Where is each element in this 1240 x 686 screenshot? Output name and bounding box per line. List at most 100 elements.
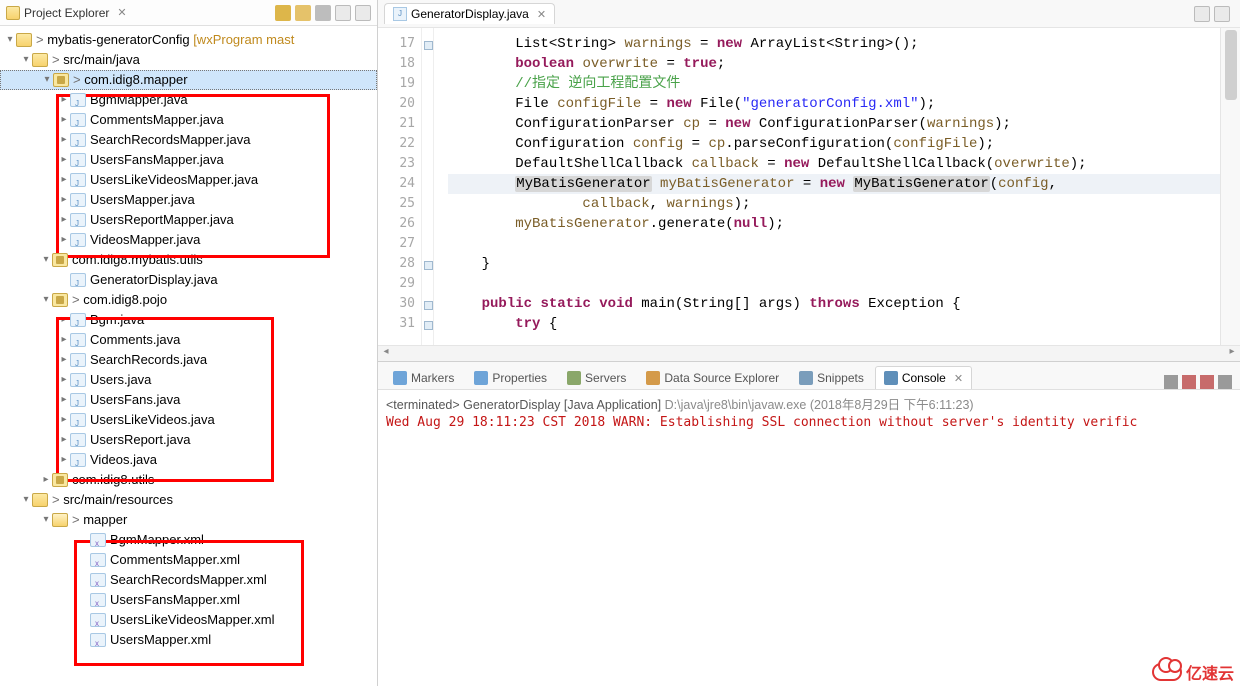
tree-label: Users.java xyxy=(90,370,151,390)
java-icon xyxy=(70,413,86,427)
close-icon[interactable]: ✕ xyxy=(117,6,126,19)
remove-launch-icon[interactable] xyxy=(1182,375,1196,389)
maximize-icon[interactable] xyxy=(1214,6,1230,22)
tree-item[interactable]: UsersReportMapper.java xyxy=(0,210,377,230)
chevron-icon[interactable] xyxy=(58,450,70,470)
tree-item[interactable]: Videos.java xyxy=(0,450,377,470)
chevron-icon[interactable] xyxy=(58,150,70,170)
tree-label: > com.idig8.mapper xyxy=(73,70,188,90)
chevron-icon[interactable] xyxy=(58,430,70,450)
tree-item[interactable]: UsersLikeVideosMapper.java xyxy=(0,170,377,190)
line-gutter[interactable]: 171819202122232425262728293031 xyxy=(378,28,422,345)
tree-item[interactable]: Bgm.java xyxy=(0,310,377,330)
chevron-icon[interactable] xyxy=(58,210,70,230)
bottom-tab-data-source-explorer[interactable]: Data Source Explorer xyxy=(637,366,788,389)
maximize-icon[interactable] xyxy=(355,5,371,21)
tree-item[interactable]: > com.idig8.mapper xyxy=(0,70,377,90)
xml-icon xyxy=(90,533,106,547)
close-icon[interactable]: ✕ xyxy=(537,8,546,21)
chevron-icon[interactable] xyxy=(40,470,52,490)
chevron-icon[interactable] xyxy=(40,510,52,530)
tree-item[interactable]: Comments.java xyxy=(0,330,377,350)
pkg-icon xyxy=(52,473,68,487)
xml-icon xyxy=(90,633,106,647)
chevron-icon[interactable] xyxy=(58,90,70,110)
collapse-all-icon[interactable] xyxy=(295,5,311,21)
tree-item[interactable]: GeneratorDisplay.java xyxy=(0,270,377,290)
chevron-icon[interactable] xyxy=(58,410,70,430)
tree-item[interactable]: SearchRecords.java xyxy=(0,350,377,370)
tree-label: UsersReportMapper.java xyxy=(90,210,234,230)
tree-item[interactable]: > mybatis-generatorConfig [wxProgram mas… xyxy=(0,30,377,50)
tree-item[interactable]: UsersLikeVideosMapper.xml xyxy=(0,610,377,630)
chevron-icon[interactable] xyxy=(58,130,70,150)
tree-item[interactable]: Users.java xyxy=(0,370,377,390)
chevron-icon[interactable] xyxy=(40,290,52,310)
chevron-icon[interactable] xyxy=(4,30,16,50)
console-body[interactable]: <terminated> GeneratorDisplay [Java Appl… xyxy=(378,390,1240,686)
remove-all-launches-icon[interactable] xyxy=(1200,375,1214,389)
horizontal-scrollbar[interactable]: ◂ ▸ xyxy=(378,345,1240,361)
chevron-icon[interactable] xyxy=(20,50,32,70)
tree-label: CommentsMapper.xml xyxy=(110,550,240,570)
view-menu-icon[interactable] xyxy=(1218,375,1232,389)
tree-item[interactable]: CommentsMapper.xml xyxy=(0,550,377,570)
code-editor[interactable]: List<String> warnings = new ArrayList<St… xyxy=(434,28,1220,345)
bottom-tab-console[interactable]: Console✕ xyxy=(875,366,972,389)
tree-item[interactable]: UsersFans.java xyxy=(0,390,377,410)
tree-item[interactable]: > mapper xyxy=(0,510,377,530)
tree-label: SearchRecordsMapper.xml xyxy=(110,570,267,590)
chevron-icon[interactable] xyxy=(58,310,70,330)
chevron-icon[interactable] xyxy=(58,110,70,130)
file-tree[interactable]: > mybatis-generatorConfig [wxProgram mas… xyxy=(0,26,377,686)
bottom-tab-snippets[interactable]: Snippets xyxy=(790,366,873,389)
tree-item[interactable]: > src/main/resources xyxy=(0,490,377,510)
proj-icon xyxy=(16,33,32,47)
chevron-icon[interactable] xyxy=(58,190,70,210)
tree-item[interactable]: BgmMapper.java xyxy=(0,90,377,110)
scroll-left-icon[interactable]: ◂ xyxy=(378,346,394,361)
tree-label: com.idig8.utils xyxy=(72,470,154,490)
tree-item[interactable]: CommentsMapper.java xyxy=(0,110,377,130)
link-editor-icon[interactable] xyxy=(275,5,291,21)
tree-item[interactable]: UsersFansMapper.java xyxy=(0,150,377,170)
tree-item[interactable]: com.idig8.mybatis.utils xyxy=(0,250,377,270)
chevron-icon[interactable] xyxy=(40,250,52,270)
chevron-icon[interactable] xyxy=(58,170,70,190)
tree-item[interactable]: > com.idig8.pojo xyxy=(0,290,377,310)
bottom-tab-servers[interactable]: Servers xyxy=(558,366,635,389)
tree-item[interactable]: > src/main/java xyxy=(0,50,377,70)
tree-item[interactable]: UsersLikeVideos.java xyxy=(0,410,377,430)
tree-item[interactable]: VideosMapper.java xyxy=(0,230,377,250)
chevron-icon[interactable] xyxy=(58,370,70,390)
pkg-icon xyxy=(53,73,69,87)
chevron-icon[interactable] xyxy=(58,350,70,370)
tree-item[interactable]: com.idig8.utils xyxy=(0,470,377,490)
chevron-icon[interactable] xyxy=(41,70,53,90)
view-menu-icon[interactable] xyxy=(315,5,331,21)
pin-console-icon[interactable] xyxy=(1164,375,1178,389)
tree-item[interactable]: BgmMapper.xml xyxy=(0,530,377,550)
chevron-icon[interactable] xyxy=(58,230,70,250)
chevron-icon[interactable] xyxy=(20,490,32,510)
minimize-icon[interactable] xyxy=(1194,6,1210,22)
bottom-tab-properties[interactable]: Properties xyxy=(465,366,556,389)
tree-item[interactable]: UsersMapper.java xyxy=(0,190,377,210)
editor-tab-active[interactable]: J GeneratorDisplay.java ✕ xyxy=(384,3,555,24)
tree-item[interactable]: SearchRecordsMapper.xml xyxy=(0,570,377,590)
minimize-icon[interactable] xyxy=(335,5,351,21)
fold-strip[interactable] xyxy=(422,28,434,345)
overview-ruler[interactable] xyxy=(1220,28,1240,345)
tree-item[interactable]: UsersFansMapper.xml xyxy=(0,590,377,610)
src-icon xyxy=(32,493,48,507)
chevron-icon[interactable] xyxy=(58,390,70,410)
chevron-icon[interactable] xyxy=(58,330,70,350)
bottom-tab-markers[interactable]: Markers xyxy=(384,366,463,389)
scroll-right-icon[interactable]: ▸ xyxy=(1224,346,1240,361)
tree-item[interactable]: SearchRecordsMapper.java xyxy=(0,130,377,150)
scroll-thumb[interactable] xyxy=(1225,30,1237,100)
java-icon xyxy=(70,433,86,447)
tree-item[interactable]: UsersReport.java xyxy=(0,430,377,450)
close-icon[interactable]: ✕ xyxy=(954,372,963,385)
tree-item[interactable]: UsersMapper.xml xyxy=(0,630,377,650)
